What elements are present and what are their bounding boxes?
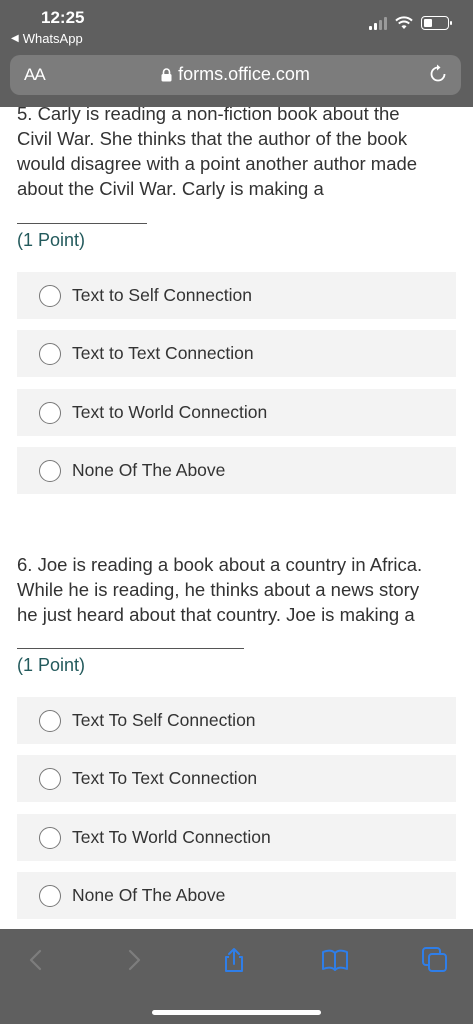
radio-button[interactable] xyxy=(39,401,61,424)
browser-toolbar xyxy=(0,929,473,1024)
radio-button[interactable] xyxy=(39,459,61,482)
status-time: 12:25 xyxy=(41,8,85,27)
forward-icon[interactable] xyxy=(120,946,148,974)
question-6-option-3[interactable]: Text To World Connection xyxy=(17,814,456,861)
home-indicator[interactable] xyxy=(152,1010,321,1015)
back-icon[interactable] xyxy=(22,946,50,974)
question-5-option-3[interactable]: Text to World Connection xyxy=(17,389,456,436)
option-label: None Of The Above xyxy=(72,460,226,480)
radio-button[interactable] xyxy=(39,826,61,849)
battery-icon xyxy=(421,16,452,30)
back-app-label: WhatsApp xyxy=(22,31,83,46)
question-5-option-1[interactable]: Text to Self Connection xyxy=(17,272,456,319)
radio-button[interactable] xyxy=(39,884,61,907)
bookmarks-icon[interactable] xyxy=(321,946,349,974)
url-display[interactable]: forms.office.com xyxy=(10,64,461,85)
question-5-option-2[interactable]: Text to Text Connection xyxy=(17,330,456,377)
option-label: None Of The Above xyxy=(72,885,226,905)
question-5-line: would disagree with a point another auth… xyxy=(17,153,418,174)
tabs-icon[interactable] xyxy=(421,946,449,974)
question-5-line: about the Civil War. Carly is making a xyxy=(17,178,324,199)
question-6-option-1[interactable]: Text To Self Connection xyxy=(17,697,456,744)
form-content[interactable]: 5. Carly is reading a non-fiction book a… xyxy=(0,107,473,929)
radio-button[interactable] xyxy=(39,284,61,307)
status-icons xyxy=(369,16,452,30)
question-6-line: While he is reading, he thinks about a n… xyxy=(17,579,420,600)
question-5-line: 5. Carly is reading a non-fiction book a… xyxy=(17,107,400,124)
option-label: Text To Text Connection xyxy=(72,768,258,788)
question-5-line: Civil War. She thinks that the author of… xyxy=(17,128,408,149)
lock-icon xyxy=(161,67,172,81)
address-bar[interactable]: AA forms.office.com xyxy=(10,55,461,95)
question-6-text: 6. Joe is reading a book about a country… xyxy=(17,552,457,627)
radio-button[interactable] xyxy=(39,767,61,790)
option-label: Text To World Connection xyxy=(72,827,271,847)
option-label: Text to World Connection xyxy=(72,402,268,422)
question-6-blank xyxy=(17,648,244,649)
question-5-text: 5. Carly is reading a non-fiction book a… xyxy=(17,107,457,201)
wifi-icon xyxy=(395,16,413,29)
question-5-option-4[interactable]: None Of The Above xyxy=(17,447,456,494)
question-5-blank xyxy=(17,223,147,224)
radio-button[interactable] xyxy=(39,709,61,732)
reload-icon[interactable] xyxy=(427,63,449,85)
question-6-option-4[interactable]: None Of The Above xyxy=(17,872,456,919)
back-to-app-button[interactable]: ◀ WhatsApp xyxy=(11,31,83,46)
back-triangle-icon: ◀ xyxy=(11,33,19,44)
question-6-option-2[interactable]: Text To Text Connection xyxy=(17,755,456,802)
question-6-line: he just heard about that country. Joe is… xyxy=(17,604,415,625)
radio-button[interactable] xyxy=(39,342,61,365)
option-label: Text to Text Connection xyxy=(72,343,254,363)
question-6-points: (1 Point) xyxy=(17,655,86,675)
share-icon[interactable] xyxy=(220,946,248,974)
url-text: forms.office.com xyxy=(178,64,310,84)
option-label: Text to Self Connection xyxy=(72,285,252,305)
question-5-points: (1 Point) xyxy=(17,230,86,250)
question-6-line: 6. Joe is reading a book about a country… xyxy=(17,554,423,575)
browser-top-chrome: 12:25 ◀ WhatsApp AA forms.office.com xyxy=(0,0,473,107)
option-label: Text To Self Connection xyxy=(72,710,256,730)
cellular-signal-icon xyxy=(369,16,387,30)
